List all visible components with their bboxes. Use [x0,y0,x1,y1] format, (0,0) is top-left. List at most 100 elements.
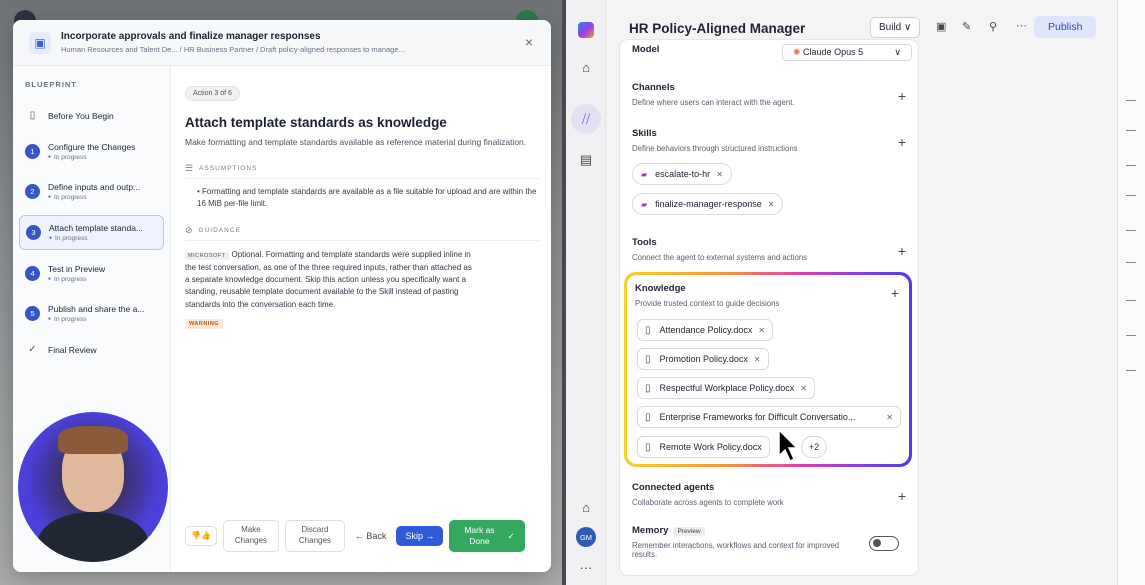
feedback-buttons[interactable]: 👎👍 [185,525,217,547]
agents-icon[interactable]: ⧸⧸ [571,104,601,134]
remove-icon[interactable]: ✕ [758,326,765,335]
skill-label: escalate-to-hr [655,169,711,179]
model-select[interactable]: ✺ Claude Opus 5 ∨ [782,44,912,61]
ruler-mark [1126,300,1136,301]
step-number: 3 [26,225,41,240]
ruler-mark [1126,335,1136,336]
step-4[interactable]: 4 Test in Preview In progress [19,257,164,290]
assumptions-label: ASSUMPTIONS [199,165,258,172]
modal-footer: 👎👍 Make Changes Discard Changes ← Back S… [185,520,525,553]
edit-icon[interactable]: ✎ [962,20,971,33]
file-name: Promotion Policy.docx [659,354,748,364]
more-files-button[interactable]: +2 [801,436,827,458]
bookmark-icon: ▯ [29,110,36,121]
section-title: Channels [632,82,675,93]
step-status: In progress [49,235,143,242]
home-icon[interactable]: ⌂ [576,57,596,77]
section-title: Connected agents [632,482,715,493]
step-5[interactable]: 5 Publish and share the a... In progress [19,297,164,330]
knowledge-file-chip[interactable]: ▯ Remote Work Policy.docx [637,436,770,458]
knowledge-file-chip[interactable]: ▯ Enterprise Frameworks for Difficult Con… [637,406,901,428]
more-icon[interactable]: ··· [576,557,596,577]
step-before-you-begin[interactable]: ▯ Before You Begin [19,103,164,128]
file-name: Respectful Workplace Policy.docx [659,383,795,393]
skip-button[interactable]: Skip → [396,526,444,547]
add-agent-icon[interactable]: + [898,488,906,504]
action-counter: Action 3 of 6 [185,86,240,101]
remove-icon[interactable]: ✕ [754,355,761,364]
environment-icon[interactable]: ⌂ [576,497,596,517]
compass-icon: ⊘ [185,225,194,236]
step-number: 2 [25,184,40,199]
section-desc: Remember interactions, workflows and con… [632,541,840,559]
back-button[interactable]: ← Back [351,531,391,541]
mark-as-done-label: Mark as Done [464,525,495,547]
remove-icon[interactable]: ✕ [716,170,723,179]
share-icon[interactable]: ⚲ [989,20,997,33]
document-icon: ▯ [645,382,651,394]
file-name: Attendance Policy.docx [659,325,753,335]
add-tool-icon[interactable]: + [898,243,906,259]
assumption-text: Formatting and template standards are av… [197,187,537,208]
step-final-review[interactable]: ✓ Final Review [19,337,164,362]
knowledge-section-highlight: Knowledge Provide trusted context to gui… [624,272,912,467]
publish-button[interactable]: Publish [1034,16,1097,38]
document-icon: ▯ [645,411,651,423]
skill-chip[interactable]: ▰ finalize-manager-response ✕ [632,193,784,215]
step-label: Final Review [48,344,97,355]
side-ruler [1117,0,1145,585]
close-icon[interactable]: × [525,34,533,50]
model-value: Claude Opus 5 [803,47,864,57]
model-row: Model ✺ Claude Opus 5 ∨ [632,44,912,61]
make-changes-button[interactable]: Make Changes [222,520,279,552]
step-label: Attach template standa... [49,223,144,233]
knowledge-file-chip[interactable]: ▯ Respectful Workplace Policy.docx ✕ [637,377,815,399]
claude-icon: ✺ [793,47,804,57]
step-label: Before You Begin [48,110,114,121]
document-icon: ▯ [645,441,651,453]
save-icon[interactable]: ▣ [936,20,946,33]
tools-section: Tools Connect the agent to external syst… [632,237,912,262]
check-icon: ✓ [28,344,37,355]
add-channel-icon[interactable]: + [898,88,906,104]
add-knowledge-icon[interactable]: + [891,285,899,301]
check-icon: ✓ [507,530,515,541]
knowledge-section: Knowledge Provide trusted context to gui… [627,275,909,464]
guidance-heading: ⊘ GUIDANCE [185,225,539,242]
add-skill-icon[interactable]: + [898,134,906,150]
copilot-logo-icon[interactable] [576,20,596,40]
step-number: 5 [25,306,40,321]
channels-section: Channels Define where users can interact… [632,82,912,107]
section-title: Tools [632,237,657,248]
mark-as-done-button[interactable]: Mark as Done ✓ [449,520,525,553]
ruler-mark [1126,130,1136,131]
presenter-hair [58,426,128,454]
step-1[interactable]: 1 Configure the Changes In progress [19,135,164,168]
remove-icon[interactable]: ✕ [886,413,893,422]
discard-changes-button[interactable]: Discard Changes [284,520,345,552]
remove-icon[interactable]: ✕ [800,384,807,393]
memory-toggle[interactable] [869,536,899,551]
file-name: Remote Work Policy.docx [659,442,762,452]
action-content: Action 3 of 6 Attach template standards … [185,66,539,330]
step-label: Configure the Changes [48,142,136,152]
step-number: 4 [25,266,40,281]
step-2[interactable]: 2 Define inputs and outp... In progress [19,175,164,208]
avatar[interactable]: GM [576,527,596,547]
action-description: Make formatting and template standards a… [185,137,527,147]
library-icon[interactable]: ▤ [576,150,596,170]
step-3[interactable]: 3 Attach template standa... In progress [19,215,164,250]
skill-chip[interactable]: ▰ escalate-to-hr ✕ [632,163,732,185]
model-label: Model [632,44,660,55]
more-options-icon[interactable]: ··· [1016,20,1027,32]
step-number: 1 [25,144,40,159]
ruler-mark [1126,230,1136,231]
action-title: Attach template standards as knowledge [185,115,447,130]
step-status: In progress [48,154,135,161]
remove-icon[interactable]: ✕ [768,200,775,209]
nav-rail: ⌂ ⧸⧸ ▤ ⌂ GM ··· [566,0,606,585]
assumptions-heading: ☰ ASSUMPTIONS [185,163,539,179]
knowledge-file-chip[interactable]: ▯ Attendance Policy.docx ✕ [637,319,774,341]
knowledge-file-chip[interactable]: ▯ Promotion Policy.docx ✕ [637,348,769,370]
build-dropdown[interactable]: Build ∨ [870,17,921,38]
